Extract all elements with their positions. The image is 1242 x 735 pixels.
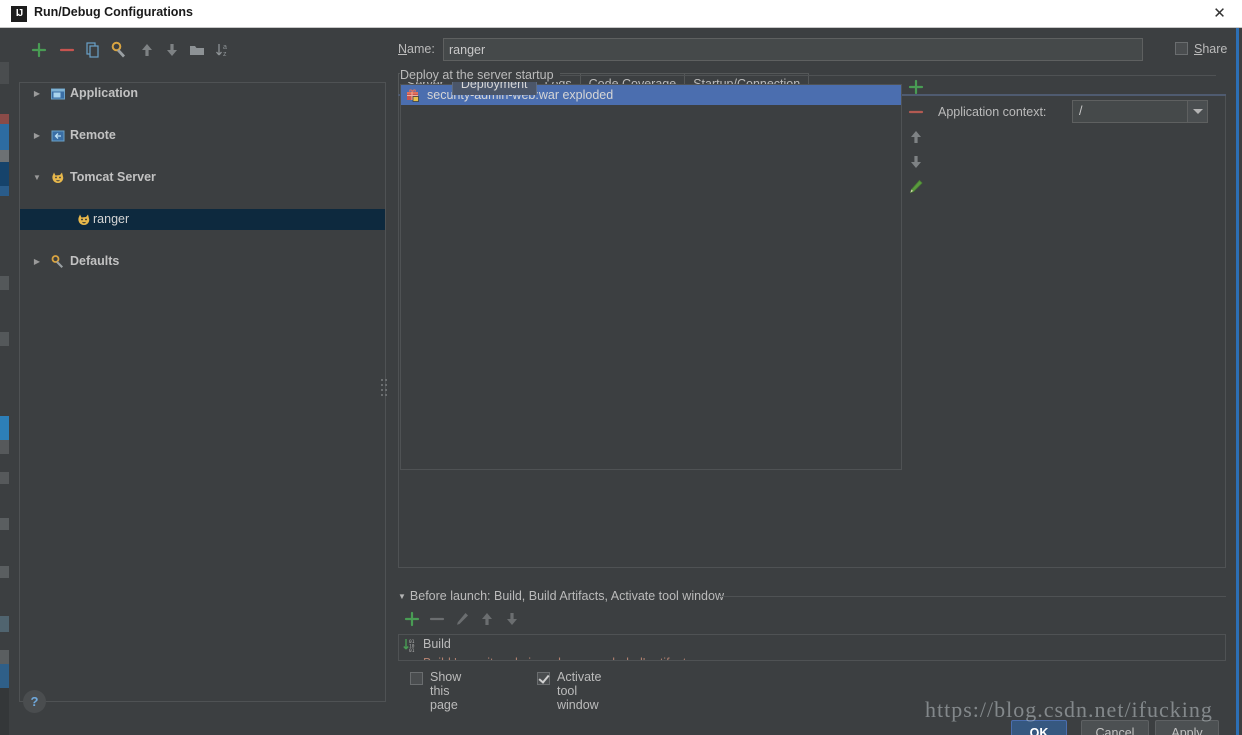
share-label[interactable]: Share	[1194, 42, 1227, 56]
activate-tool-window-checkbox[interactable]	[537, 672, 550, 685]
tree-item-application[interactable]: ▶ Application	[20, 83, 385, 104]
before-launch-header[interactable]: ▼ Before launch: Build, Build Artifacts, …	[398, 589, 724, 603]
task-down-button	[502, 609, 522, 629]
configurations-toolbar: a z	[19, 38, 379, 64]
sort-configurations-button[interactable]: a z	[213, 40, 233, 60]
dialog-body: a z ▶ Application ▶ Remote ▼ Tomcat Serv…	[9, 28, 1239, 735]
run-debug-configurations-dialog: IJ Run/Debug Configurations ✕ a z ▶ Appl…	[0, 0, 1242, 735]
edit-task-button	[452, 609, 472, 629]
remove-task-button	[427, 609, 447, 629]
before-launch-task-list[interactable]: 01 10 01 Build	[398, 634, 1226, 661]
remote-icon	[50, 128, 66, 144]
cancel-button[interactable]: Cancel	[1081, 720, 1149, 735]
application-context-combo[interactable]: /	[1072, 100, 1208, 123]
artifact-icon	[402, 656, 418, 660]
intellij-idea-icon: IJ	[11, 6, 27, 22]
chevron-down-icon[interactable]	[1187, 101, 1207, 122]
svg-text:a: a	[223, 44, 227, 51]
show-this-page-checkbox[interactable]	[410, 672, 423, 685]
chevron-right-icon[interactable]: ▶	[30, 83, 44, 104]
chevron-down-icon[interactable]: ▼	[398, 592, 406, 601]
tree-item-tomcat-server[interactable]: ▼ Tomcat Server	[20, 167, 385, 188]
configurations-tree[interactable]: ▶ Application ▶ Remote ▼ Tomcat Server r…	[19, 82, 386, 702]
before-launch-toolbar	[402, 609, 582, 631]
deploy-group-label: Deploy at the server startup	[400, 68, 560, 82]
chevron-down-icon[interactable]: ▼	[30, 167, 44, 188]
share-checkbox[interactable]	[1175, 42, 1188, 55]
artifact-icon	[405, 87, 421, 103]
add-artifact-button[interactable]	[906, 77, 926, 97]
list-item[interactable]: Build 'security-admin-web:war exploded' …	[399, 654, 1225, 660]
list-item-label: Build 'security-admin-web:war exploded' …	[423, 656, 686, 660]
tree-item-label: Remote	[70, 128, 116, 142]
edit-artifact-button[interactable]	[906, 177, 926, 197]
svg-text:01: 01	[409, 648, 415, 653]
add-configuration-button[interactable]	[29, 40, 49, 60]
background-ide-sliver	[0, 28, 9, 735]
before-launch-divider	[720, 596, 1226, 597]
copy-configuration-button[interactable]	[83, 40, 103, 60]
move-down-button[interactable]	[162, 40, 182, 60]
application-context-label: Application context:	[938, 105, 1047, 119]
before-launch-header-label: Before launch: Build, Build Artifacts, A…	[409, 589, 724, 603]
chevron-right-icon[interactable]: ▶	[30, 251, 44, 272]
move-artifact-down-button[interactable]	[906, 152, 926, 172]
remove-artifact-button[interactable]	[906, 102, 926, 122]
show-this-page-label[interactable]: Show this page	[430, 670, 461, 712]
chevron-right-icon[interactable]: ▶	[30, 125, 44, 146]
configuration-editor-panel: Name: Share Server Deployment Logs Code …	[390, 28, 1236, 735]
activate-tool-window-label[interactable]: Activate tool window	[557, 670, 601, 712]
tomcat-icon	[50, 170, 66, 186]
help-button[interactable]: ?	[23, 690, 46, 713]
list-item[interactable]: 01 10 01 Build	[399, 635, 1225, 654]
panel-splitter[interactable]	[380, 375, 388, 401]
tree-item-label: ranger	[93, 212, 130, 226]
ok-button[interactable]: OK	[1011, 720, 1067, 735]
svg-text:z: z	[223, 51, 227, 58]
build-icon: 01 10 01	[402, 637, 418, 654]
task-up-button	[477, 609, 497, 629]
application-icon	[50, 86, 66, 102]
add-task-button[interactable]	[402, 609, 422, 629]
move-up-button[interactable]	[137, 40, 157, 60]
dialog-title: Run/Debug Configurations	[34, 5, 194, 19]
tree-item-label: Tomcat Server	[70, 170, 156, 184]
artifact-side-toolbar	[906, 79, 926, 284]
list-item-label: Build	[423, 637, 451, 651]
remove-configuration-button[interactable]	[57, 40, 77, 60]
close-icon[interactable]: ✕	[1197, 0, 1242, 27]
application-context-value: /	[1079, 104, 1083, 118]
deployment-artifact-list[interactable]: security-admin-web:war exploded	[400, 84, 902, 470]
tree-item-remote[interactable]: ▶ Remote	[20, 125, 385, 146]
wrench-icon	[50, 254, 66, 270]
tomcat-icon	[76, 212, 92, 228]
tree-item-label: Application	[70, 86, 139, 100]
tree-item-label: Defaults	[70, 254, 120, 268]
edit-defaults-button[interactable]	[109, 40, 129, 60]
name-label: Name:	[398, 42, 435, 56]
tree-item-defaults[interactable]: ▶ Defaults	[20, 251, 385, 272]
create-folder-button[interactable]	[187, 40, 207, 60]
tree-item-ranger[interactable]: ranger	[20, 209, 385, 230]
dialog-titlebar: IJ Run/Debug Configurations ✕	[0, 0, 1242, 28]
apply-button[interactable]: Apply	[1155, 720, 1219, 735]
name-input[interactable]	[443, 38, 1143, 61]
move-artifact-up-button[interactable]	[906, 127, 926, 147]
